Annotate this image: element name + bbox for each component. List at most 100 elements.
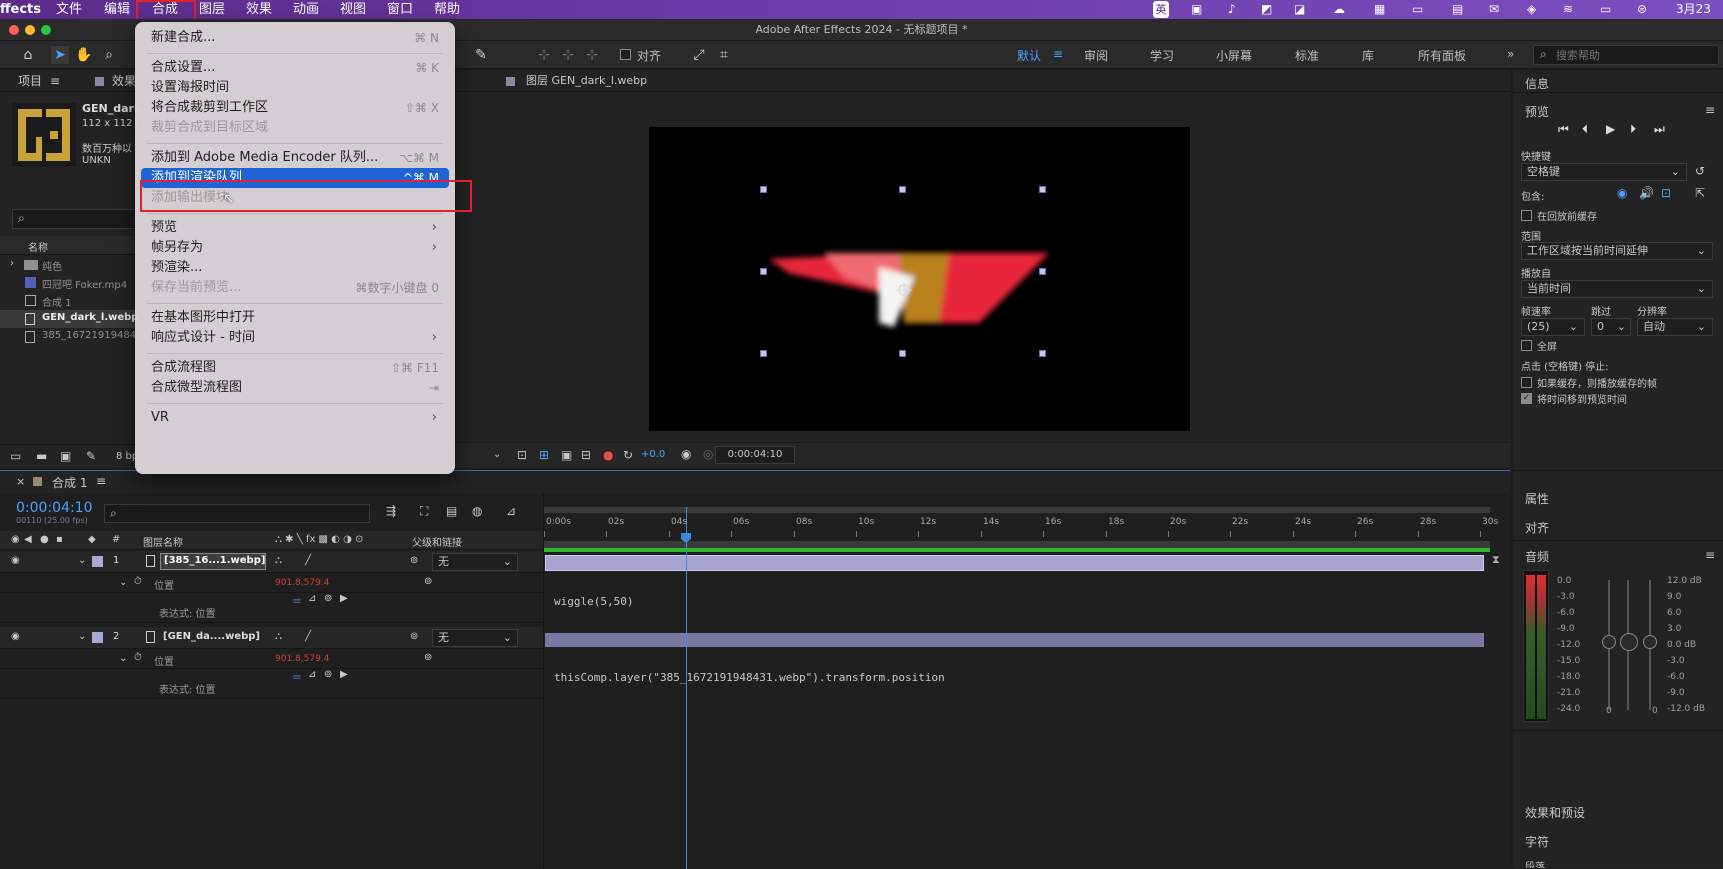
frame-blending-icon[interactable]: ◍: [472, 504, 482, 518]
tiktok-icon[interactable]: ♪: [1228, 1, 1236, 18]
pickwhip-icon[interactable]: ⊚: [410, 631, 418, 642]
quality-switch-icon[interactable]: ╱: [305, 555, 311, 566]
collapse-arrow-icon[interactable]: ⌄: [78, 555, 86, 566]
workspace-all-panels[interactable]: 所有面板: [1418, 47, 1466, 64]
property-value[interactable]: 901.8,579.4: [275, 654, 329, 664]
workspace-default[interactable]: 默认: [1017, 47, 1041, 64]
grid-icon[interactable]: ▤: [1452, 1, 1463, 18]
menu-item[interactable]: 预览 ›: [141, 218, 449, 238]
menu-window[interactable]: 窗口: [387, 1, 413, 18]
menu-edit[interactable]: 编辑: [104, 1, 130, 18]
project-search-input[interactable]: [12, 209, 138, 229]
expression-text[interactable]: wiggle(5,50): [554, 595, 633, 608]
tab-layer[interactable]: 图层 GEN_dark_l.webp: [526, 70, 647, 92]
layer-name[interactable]: [385_16...1.webp]: [160, 553, 266, 570]
snapshot-region-icon[interactable]: ⊡: [517, 448, 527, 462]
new-comp-icon[interactable]: ▣: [60, 449, 71, 463]
pickwhip-icon[interactable]: ⊚: [424, 576, 432, 587]
stopwatch-icon[interactable]: ⏱: [134, 576, 142, 587]
menu-item[interactable]: 新建合成... ⌘ N: [141, 28, 449, 48]
collapse-switch-icon[interactable]: ⛬: [275, 555, 282, 566]
expression-language-icon[interactable]: ▶: [340, 593, 348, 604]
menu-item[interactable]: 帧另存为 ›: [141, 238, 449, 258]
expression-enable-icon[interactable]: ＝: [292, 669, 302, 684]
quality-switch-icon[interactable]: ╱: [305, 631, 311, 642]
workspace-review[interactable]: 审阅: [1084, 47, 1108, 64]
color-channels-icon[interactable]: ●: [603, 448, 613, 462]
expression-row[interactable]: ＝ ⊿ ⊚ ▶ 表达式: 位置: [0, 669, 543, 699]
info-panel-title[interactable]: 信息: [1525, 75, 1549, 92]
viewer-timecode[interactable]: 0:00:04:10: [715, 446, 795, 464]
workspace-small-screen[interactable]: 小屏幕: [1216, 47, 1252, 64]
render-settings-icon[interactable]: ✎: [86, 449, 96, 463]
expression-pickwhip-icon[interactable]: ⊚: [324, 669, 332, 680]
current-timecode[interactable]: 0:00:04:10: [16, 500, 93, 516]
status-icon-1[interactable]: ▣: [1191, 1, 1202, 18]
snap-icon-3[interactable]: ⊹: [583, 46, 601, 64]
battery-icon[interactable]: ▭: [1600, 1, 1611, 18]
more-workspaces-icon[interactable]: »: [1507, 47, 1514, 61]
project-menu-icon[interactable]: ≡: [50, 70, 60, 92]
expression-text[interactable]: thisComp.layer("385_1672191948431.webp")…: [554, 671, 945, 684]
pickwhip-icon[interactable]: ⊚: [410, 555, 418, 566]
tab-project[interactable]: 项目: [18, 70, 42, 92]
hand-tool-icon[interactable]: ✋: [75, 46, 93, 64]
previous-frame-icon[interactable]: ⏴: [1582, 122, 1588, 137]
playhead[interactable]: [686, 507, 687, 869]
layer-row[interactable]: ◉ ⌄ 1 [385_16...1.webp] ⛬ ╱ ⊚ 无 ⌄: [0, 551, 543, 573]
zoom-tool-icon[interactable]: ⌕: [100, 46, 118, 64]
expression-enable-icon[interactable]: ＝: [292, 593, 302, 608]
character-panel-title[interactable]: 字符: [1525, 833, 1549, 850]
transform-handle[interactable]: [760, 268, 767, 275]
transform-handle[interactable]: [1039, 268, 1046, 275]
clock[interactable]: 3月23: [1676, 1, 1711, 18]
play-icon[interactable]: ▶: [1606, 122, 1615, 136]
transform-handle[interactable]: [1039, 350, 1046, 357]
property-row[interactable]: ⌄ ⏱ 位置 901.8,579.4 ⊚: [0, 573, 543, 593]
comp-end-marker-icon[interactable]: ⧗: [1492, 553, 1500, 567]
stopwatch-icon[interactable]: ⏱: [134, 652, 142, 663]
fullscreen-checkbox[interactable]: [1521, 340, 1532, 351]
transparency-grid-icon[interactable]: ⊞: [539, 448, 549, 462]
transform-handle[interactable]: [760, 350, 767, 357]
column-layer-name[interactable]: 图层名称: [143, 534, 183, 549]
range-dropdown[interactable]: 工作区域按当前时间延伸 ⌄: [1521, 242, 1713, 260]
menu-item[interactable]: 将合成裁剪到工作区 ⇧⌘ X: [141, 98, 449, 118]
audio-panel-title[interactable]: 音频: [1525, 548, 1549, 565]
preview-menu-icon[interactable]: ≡: [1705, 103, 1715, 117]
control-center-icon[interactable]: ⊜: [1637, 1, 1647, 18]
interpret-footage-icon[interactable]: ▭: [10, 449, 21, 463]
tab-effects[interactable]: 效果: [112, 70, 136, 92]
zoom-dropdown-arrow-icon[interactable]: ⌄: [493, 449, 501, 460]
frame-rate-dropdown[interactable]: (25) ⌄: [1521, 318, 1585, 336]
new-folder-icon[interactable]: ▬: [36, 449, 47, 463]
resolution-dropdown[interactable]: 自动 ⌄: [1637, 318, 1713, 336]
collapse-switch-icon[interactable]: ⛬: [275, 631, 282, 642]
label-color-swatch[interactable]: [92, 556, 103, 567]
audio-slider-left[interactable]: [1602, 635, 1616, 649]
menu-animation[interactable]: 动画: [293, 1, 319, 18]
status-icon-2[interactable]: ◩: [1261, 1, 1272, 18]
visibility-column-icon[interactable]: ◉: [11, 534, 20, 545]
eye-icon[interactable]: ◉: [11, 555, 20, 566]
expression-row[interactable]: ＝ ⊿ ⊚ ▶ 表达式: 位置: [0, 593, 543, 623]
effects-presets-title[interactable]: 效果和预设: [1525, 804, 1585, 821]
include-overlay-icon[interactable]: ⊡: [1661, 186, 1671, 200]
help-search-input[interactable]: [1533, 45, 1719, 65]
status-icon-5[interactable]: ◈: [1527, 1, 1536, 18]
transform-handle[interactable]: [899, 350, 906, 357]
home-icon[interactable]: ⌂: [19, 46, 37, 64]
menu-item[interactable]: 预渲染...: [141, 258, 449, 278]
audio-menu-icon[interactable]: ≡: [1705, 548, 1715, 562]
first-frame-icon[interactable]: ⏮: [1558, 122, 1569, 137]
column-parent[interactable]: 父级和链接: [412, 534, 462, 549]
menu-item[interactable]: 合成流程图 ⇧⌘ F11: [141, 358, 449, 378]
screen-icon[interactable]: ▭: [1412, 1, 1423, 18]
workspace-learn[interactable]: 学习: [1150, 47, 1174, 64]
comp-flowchart-icon[interactable]: ⇶: [386, 504, 396, 518]
play-cached-checkbox[interactable]: [1521, 377, 1532, 388]
transform-handle[interactable]: [760, 186, 767, 193]
menu-item[interactable]: 在基本图形中打开: [141, 308, 449, 328]
move-time-checkbox[interactable]: ✓: [1521, 393, 1532, 404]
status-icon-3[interactable]: ◪: [1294, 1, 1305, 18]
